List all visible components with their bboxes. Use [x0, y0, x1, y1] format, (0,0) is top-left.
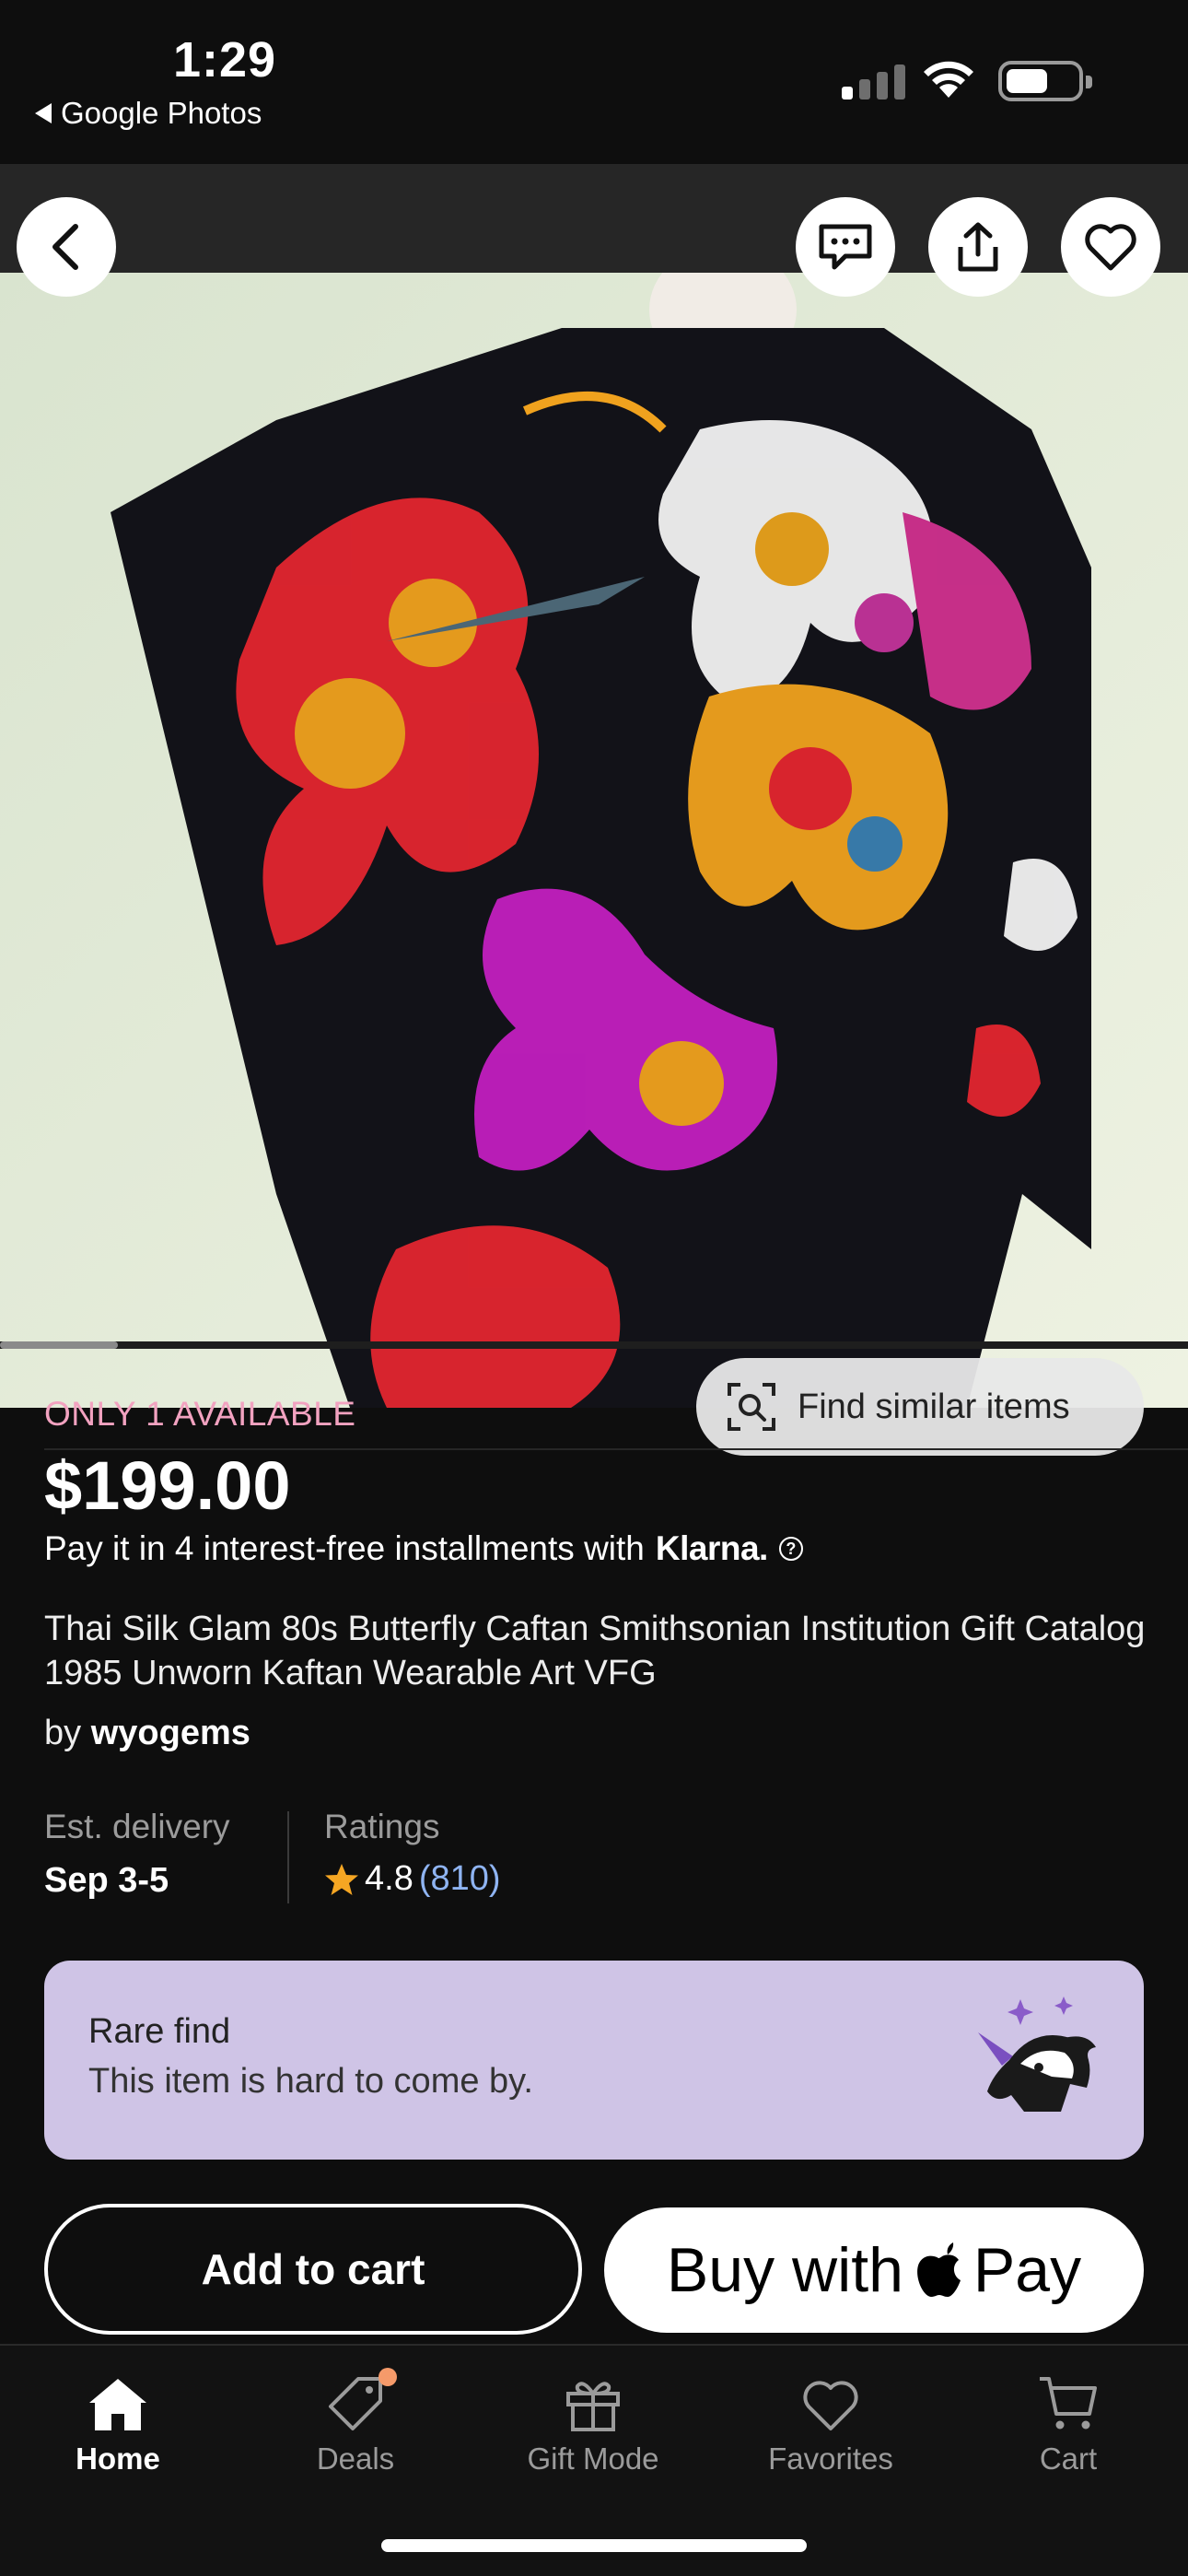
caftan-image [0, 273, 1188, 1408]
status-time: 1:29 [173, 32, 277, 88]
ratings-label: Ratings [324, 1808, 440, 1845]
back-to-app-link[interactable]: Google Photos [35, 96, 262, 131]
delivery-date: Sep 3-5 [44, 1861, 169, 1900]
tab-home-label: Home [76, 2441, 160, 2476]
message-seller-button[interactable] [796, 197, 895, 297]
wifi-icon [924, 61, 973, 98]
ratings-summary[interactable]: 4.8 (810) [324, 1859, 501, 1899]
pay-label: Pay [973, 2235, 1082, 2305]
rare-find-subtext: This item is hard to come by. [88, 2062, 533, 2101]
back-triangle-icon [35, 103, 52, 123]
add-to-cart-button[interactable]: Add to cart [44, 2204, 582, 2335]
product-photo[interactable] [0, 273, 1188, 1408]
home-icon [87, 2366, 148, 2432]
home-indicator[interactable] [381, 2539, 807, 2552]
battery-icon [998, 61, 1092, 101]
tab-deals-label: Deals [316, 2441, 395, 2476]
buy-with-label: Buy with [666, 2235, 903, 2305]
tab-cart-label: Cart [1039, 2441, 1098, 2476]
deals-notification-dot [379, 2368, 397, 2386]
status-bar: 1:29 Google Photos [0, 0, 1188, 164]
gallery-scroll-thumb[interactable] [0, 1341, 118, 1349]
heart-icon [801, 2366, 860, 2432]
rare-find-heading: Rare find [88, 2012, 231, 2051]
info-divider [287, 1811, 289, 1903]
back-button[interactable] [17, 197, 116, 297]
add-to-cart-label: Add to cart [201, 2245, 425, 2293]
tab-gift-mode[interactable]: Gift Mode [492, 2366, 694, 2504]
heart-icon [1085, 224, 1136, 271]
apple-pay-button[interactable]: Buy with Pay [604, 2207, 1144, 2333]
availability-label: ONLY 1 AVAILABLE [44, 1395, 356, 1433]
tab-home[interactable]: Home [17, 2366, 219, 2504]
installments-info[interactable]: Pay it in 4 interest-free installments w… [44, 1529, 803, 1568]
delivery-label: Est. delivery [44, 1808, 230, 1845]
help-icon[interactable]: ? [778, 1537, 803, 1561]
back-app-label: Google Photos [61, 96, 262, 130]
find-similar-label: Find similar items [798, 1387, 1070, 1426]
seller-name-link[interactable]: wyogems [91, 1714, 250, 1752]
installments-text: Pay it in 4 interest-free installments w… [44, 1529, 645, 1567]
chevron-left-icon [52, 224, 78, 270]
tag-icon [327, 2366, 397, 2432]
tab-deals[interactable]: Deals [254, 2366, 457, 2504]
listing-title: Thai Silk Glam 80s Butterfly Caftan Smit… [44, 1610, 1146, 1692]
gift-icon [565, 2366, 622, 2432]
tab-cart[interactable]: Cart [967, 2366, 1170, 2504]
favorite-button[interactable] [1061, 197, 1160, 297]
share-button[interactable] [928, 197, 1028, 297]
price: $199.00 [44, 1447, 291, 1524]
find-similar-button[interactable]: Find similar items [696, 1358, 1144, 1456]
star-icon [325, 1863, 358, 1895]
product-image-gallery[interactable]: Find similar items [0, 164, 1188, 1456]
visual-search-icon [728, 1383, 775, 1431]
tab-gift-mode-label: Gift Mode [527, 2441, 659, 2476]
apple-logo-icon [916, 2242, 961, 2297]
by-prefix: by [44, 1714, 82, 1752]
tab-favorites[interactable]: Favorites [729, 2366, 932, 2504]
cart-icon [1038, 2366, 1099, 2432]
rare-find-banner: Rare find This item is hard to come by. [44, 1961, 1144, 2160]
rating-value: 4.8 [365, 1859, 413, 1898]
unicorn-icon [978, 1996, 1096, 2112]
share-icon [958, 222, 998, 272]
tab-favorites-label: Favorites [768, 2441, 893, 2476]
gallery-scroll-track [0, 1341, 1188, 1349]
chat-bubble-icon [819, 224, 872, 270]
klarna-logo: Klarna. [655, 1529, 768, 1567]
rating-count-link[interactable]: (810) [419, 1859, 501, 1899]
cellular-signal-icon [842, 63, 905, 100]
seller-byline[interactable]: by wyogems [44, 1714, 250, 1753]
